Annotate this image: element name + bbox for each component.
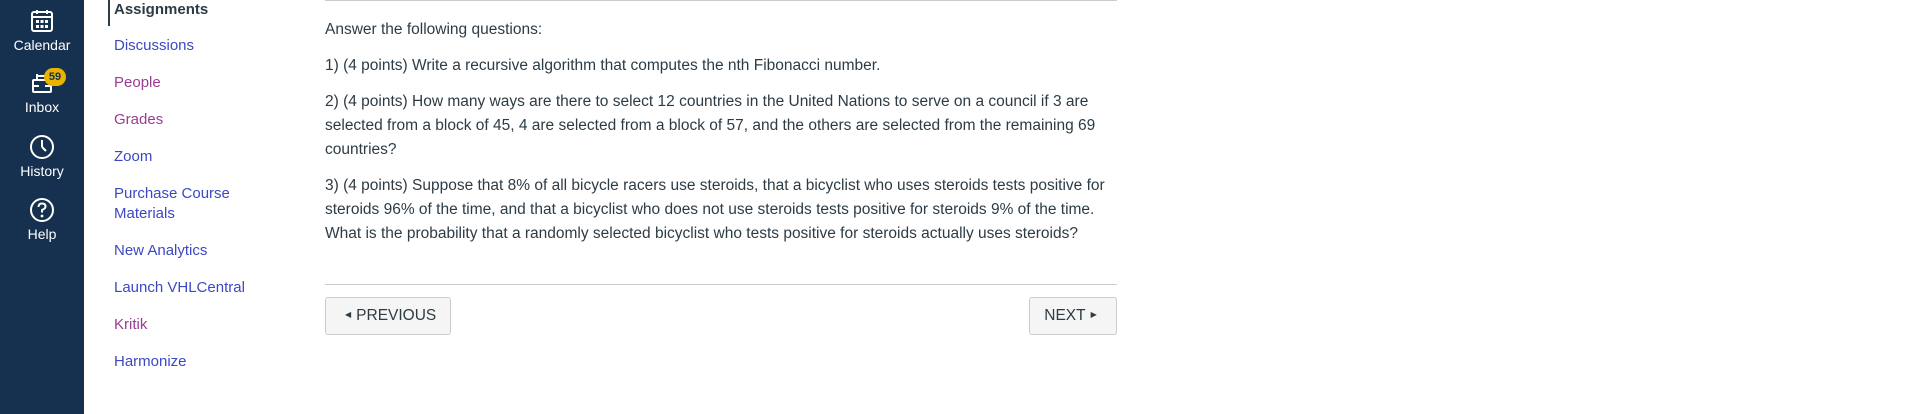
- active-nav-indicator: [108, 0, 110, 26]
- inbox-unread-badge: 59: [44, 68, 66, 86]
- question-3: 3) (4 points) Suppose that 8% of all bic…: [325, 174, 1125, 246]
- global-nav-calendar[interactable]: Calendar: [0, 8, 84, 53]
- calendar-icon: [31, 10, 53, 32]
- global-nav-history[interactable]: History: [0, 134, 84, 179]
- course-nav-purchase-line1: Purchase Course: [114, 185, 230, 202]
- help-icon: [30, 198, 54, 222]
- global-nav-help-label: Help: [27, 226, 57, 242]
- course-nav-assignments[interactable]: Assignments: [114, 0, 208, 20]
- question-3-line: steroids 96% of the time, and that a bic…: [325, 201, 1095, 218]
- global-nav: Calendar 59 Inbox History Help: [0, 0, 84, 414]
- question-2-line: selected from a block of 45, 4 are selec…: [325, 117, 1096, 134]
- course-nav-new-analytics[interactable]: New Analytics: [114, 241, 207, 261]
- global-nav-calendar-label: Calendar: [13, 37, 71, 53]
- next-button-label: NEXT: [1044, 307, 1086, 325]
- content-bottom-divider: [325, 284, 1117, 285]
- question-1: 1) (4 points) Write a recursive algorith…: [325, 57, 881, 74]
- course-nav-harmonize[interactable]: Harmonize: [114, 352, 187, 372]
- question-3-line: What is the probability that a randomly …: [325, 225, 1078, 242]
- course-nav-launch-vhlcentral[interactable]: Launch VHLCentral: [114, 278, 245, 298]
- assignment-intro: Answer the following questions:: [325, 21, 543, 38]
- content-top-divider: [325, 0, 1117, 1]
- course-nav-kritik[interactable]: Kritik: [114, 315, 147, 335]
- previous-button[interactable]: ◀ PREVIOUS: [325, 297, 452, 335]
- clock-icon: [30, 135, 54, 159]
- global-nav-inbox[interactable]: 59 Inbox: [0, 68, 84, 115]
- question-2-line: 2) (4 points) How many ways are there to…: [325, 93, 1089, 110]
- question-2-line: countries?: [325, 141, 397, 158]
- course-nav-grades[interactable]: Grades: [114, 110, 163, 130]
- global-nav-help[interactable]: Help: [0, 197, 84, 242]
- question-3-line: 3) (4 points) Suppose that 8% of all bic…: [325, 177, 1105, 194]
- question-2: 2) (4 points) How many ways are there to…: [325, 90, 1125, 162]
- course-nav-zoom[interactable]: Zoom: [114, 147, 152, 167]
- global-nav-history-label: History: [20, 163, 64, 179]
- chevron-right-icon: ▶: [1090, 310, 1097, 319]
- course-nav-purchase-line2: Materials: [114, 205, 175, 222]
- course-nav-discussions[interactable]: Discussions: [114, 36, 194, 56]
- course-nav-purchase-course-materials[interactable]: Purchase Course Materials: [114, 184, 230, 224]
- previous-button-label: PREVIOUS: [356, 307, 437, 325]
- chevron-left-icon: ◀: [345, 310, 352, 319]
- global-nav-inbox-label: Inbox: [24, 99, 60, 115]
- course-nav-people[interactable]: People: [114, 73, 161, 93]
- next-button[interactable]: NEXT ▶: [1029, 297, 1117, 335]
